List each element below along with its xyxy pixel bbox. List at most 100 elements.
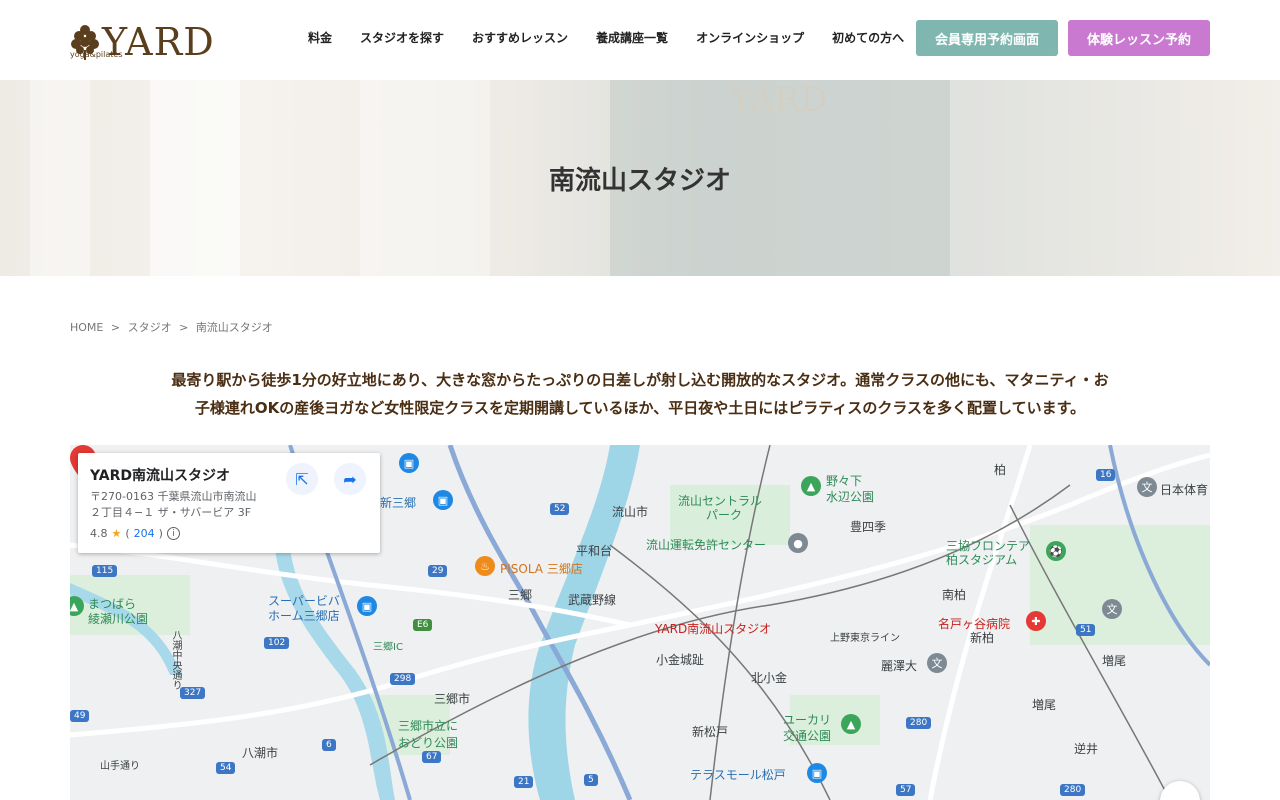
shopping-icon[interactable]: ▣ (357, 596, 377, 616)
map-label: 名戸ヶ谷病院 (938, 617, 1011, 631)
road-number: 16 (1096, 469, 1116, 481)
park-icon[interactable]: ▲ (841, 714, 861, 734)
map-label: パーク (706, 508, 743, 522)
map-label: 綾瀬川公園 (88, 612, 149, 626)
breadcrumb-separator: > (110, 321, 121, 334)
studio-pin-label[interactable]: YARD南流山スタジオ (655, 620, 771, 637)
road-number: 21 (514, 776, 534, 788)
map-label: 流山運転免許センター (646, 538, 767, 552)
address-line: 〒270-0163 千葉県流山市南流山 (90, 490, 257, 503)
map-label: 麗澤大 (881, 659, 918, 673)
page-title: 南流山スタジオ (548, 166, 731, 196)
site-header: YARD yoga&pilates 料金 スタジオを探す おすすめレッスン 養成… (0, 0, 1280, 80)
stadium-icon[interactable]: ⚽ (1046, 541, 1066, 561)
road-number: 280 (906, 717, 932, 729)
shopping-icon[interactable]: ▣ (399, 453, 419, 473)
main-nav: 料金 スタジオを探す おすすめレッスン 養成講座一覧 オンラインショップ 初めて… (308, 29, 932, 46)
map-label: 豊四季 (850, 520, 887, 534)
road-number: 67 (422, 751, 442, 763)
map-label: 山手通り (100, 761, 140, 772)
breadcrumb-home[interactable]: HOME (70, 321, 103, 334)
description-line: 最寄り駅から徒歩1分の好立地にあり、大きな窓からたっぷりの日差しが射し込む開放的… (171, 371, 1109, 389)
breadcrumb-current: 南流山スタジオ (195, 321, 273, 334)
trial-lesson-button[interactable]: 体験レッスン予約 (1068, 20, 1210, 56)
road-number: 29 (428, 565, 448, 577)
map-label: 柏 (994, 463, 1007, 477)
map-label: 武蔵野線 (568, 593, 617, 607)
road-number: 52 (550, 503, 570, 515)
map-label: 増尾 (1032, 698, 1057, 712)
map-label: 北小金 (751, 671, 788, 685)
address-line: ２丁目４−１ ザ・サバービア 3F (90, 506, 252, 519)
road-number: 298 (390, 673, 416, 685)
map-label: 逆井 (1074, 742, 1099, 756)
nav-recommended-lessons[interactable]: おすすめレッスン (472, 29, 568, 46)
breadcrumb: HOME > スタジオ > 南流山スタジオ (70, 319, 277, 335)
place-info-card: YARD南流山スタジオ 〒270-0163 千葉県流山市南流山 ２丁目４−１ ザ… (78, 453, 380, 553)
map-label: 新三郷 (380, 496, 417, 510)
map-label: 平和台 (576, 544, 613, 558)
road-number: 115 (92, 565, 118, 577)
nav-price[interactable]: 料金 (308, 29, 332, 46)
studio-description: 最寄り駅から徒歩1分の好立地にあり、大きな窓からたっぷりの日差しが射し込む開放的… (70, 366, 1210, 422)
map-label: 野々下 (826, 474, 863, 488)
map-label: 三郷市立に (398, 719, 459, 733)
nav-online-shop[interactable]: オンラインショップ (696, 29, 804, 46)
map-label: ユーカリ (783, 713, 832, 727)
map-label: 水辺公園 (826, 490, 875, 504)
map-label: PISOLA 三郷店 (500, 562, 583, 576)
star-icon: ★ (111, 527, 122, 540)
map-label: ホーム三郷店 (268, 609, 340, 623)
map-label: 新松戸 (692, 725, 729, 739)
restaurant-icon[interactable]: ♨ (475, 556, 495, 576)
road-number: 49 (70, 710, 90, 722)
yard-logo[interactable]: YARD yoga&pilates (70, 18, 252, 62)
directions-icon[interactable]: ➦ (334, 463, 366, 495)
map-label: 三郷 (508, 588, 533, 602)
road-number: 280 (1060, 784, 1086, 796)
map-label: 南柏 (942, 588, 967, 602)
nav-training-courses[interactable]: 養成講座一覧 (596, 29, 668, 46)
road-number: 51 (1076, 624, 1096, 636)
place-address: 〒270-0163 千葉県流山市南流山 ２丁目４−１ ザ・サバービア 3F (90, 489, 280, 521)
road-number: 102 (264, 637, 290, 649)
place-rating: 4.8 ★ (204) i (90, 527, 180, 540)
nav-find-studio[interactable]: スタジオを探す (360, 29, 444, 46)
map-label: 八潮中央通り (170, 630, 181, 690)
place-name: YARD南流山スタジオ (90, 468, 231, 484)
road-number: 6 (322, 739, 336, 751)
map-label: 三郷IC (373, 642, 403, 653)
map-label: 三郷市 (434, 692, 471, 706)
review-count-link[interactable]: 204 (134, 527, 155, 540)
school-icon[interactable]: 文 (1102, 599, 1122, 619)
google-map[interactable]: 流山市 流山セントラル パーク 流山運転免許センター ● 平和台 ♨ PISOL… (70, 445, 1210, 800)
logo-subtitle: yoga&pilates (70, 50, 123, 59)
map-label: 流山市 (612, 505, 649, 519)
breadcrumb-separator: > (179, 321, 189, 334)
nav-first-time[interactable]: 初めての方へ (832, 29, 904, 46)
map-label: 交通公園 (783, 729, 832, 743)
road-number: 5 (584, 774, 598, 786)
shopping-icon[interactable]: ▣ (807, 763, 827, 783)
open-in-maps-icon[interactable]: ⇱ (286, 463, 318, 495)
license-center-icon[interactable]: ● (788, 533, 808, 553)
school-icon[interactable]: 文 (1137, 477, 1157, 497)
member-booking-button[interactable]: 会員専用予約画面 (916, 20, 1058, 56)
park-icon[interactable]: ▲ (801, 476, 821, 496)
description-line: 子様連れOKの産後ヨガなど女性限定クラスを定期開講しているほか、平日夜や土日には… (194, 399, 1086, 417)
road-number: 54 (216, 762, 236, 774)
shopping-icon[interactable]: ▣ (433, 490, 453, 510)
rating-value: 4.8 (90, 527, 108, 540)
road-number: 327 (180, 687, 206, 699)
map-label: 増尾 (1102, 654, 1127, 668)
map-label: 柏スタジアム (946, 553, 1018, 567)
hospital-icon[interactable]: ✚ (1026, 611, 1046, 631)
map-label: テラスモール松戸 (690, 768, 786, 782)
road-number: 57 (896, 784, 916, 796)
info-icon[interactable]: i (166, 527, 180, 540)
map-label: 八潮市 (242, 746, 279, 760)
school-icon[interactable]: 文 (927, 653, 947, 673)
breadcrumb-studio[interactable]: スタジオ (128, 321, 172, 334)
map-label: 日本体育 (1160, 483, 1209, 497)
road-number: E6 (413, 619, 433, 631)
